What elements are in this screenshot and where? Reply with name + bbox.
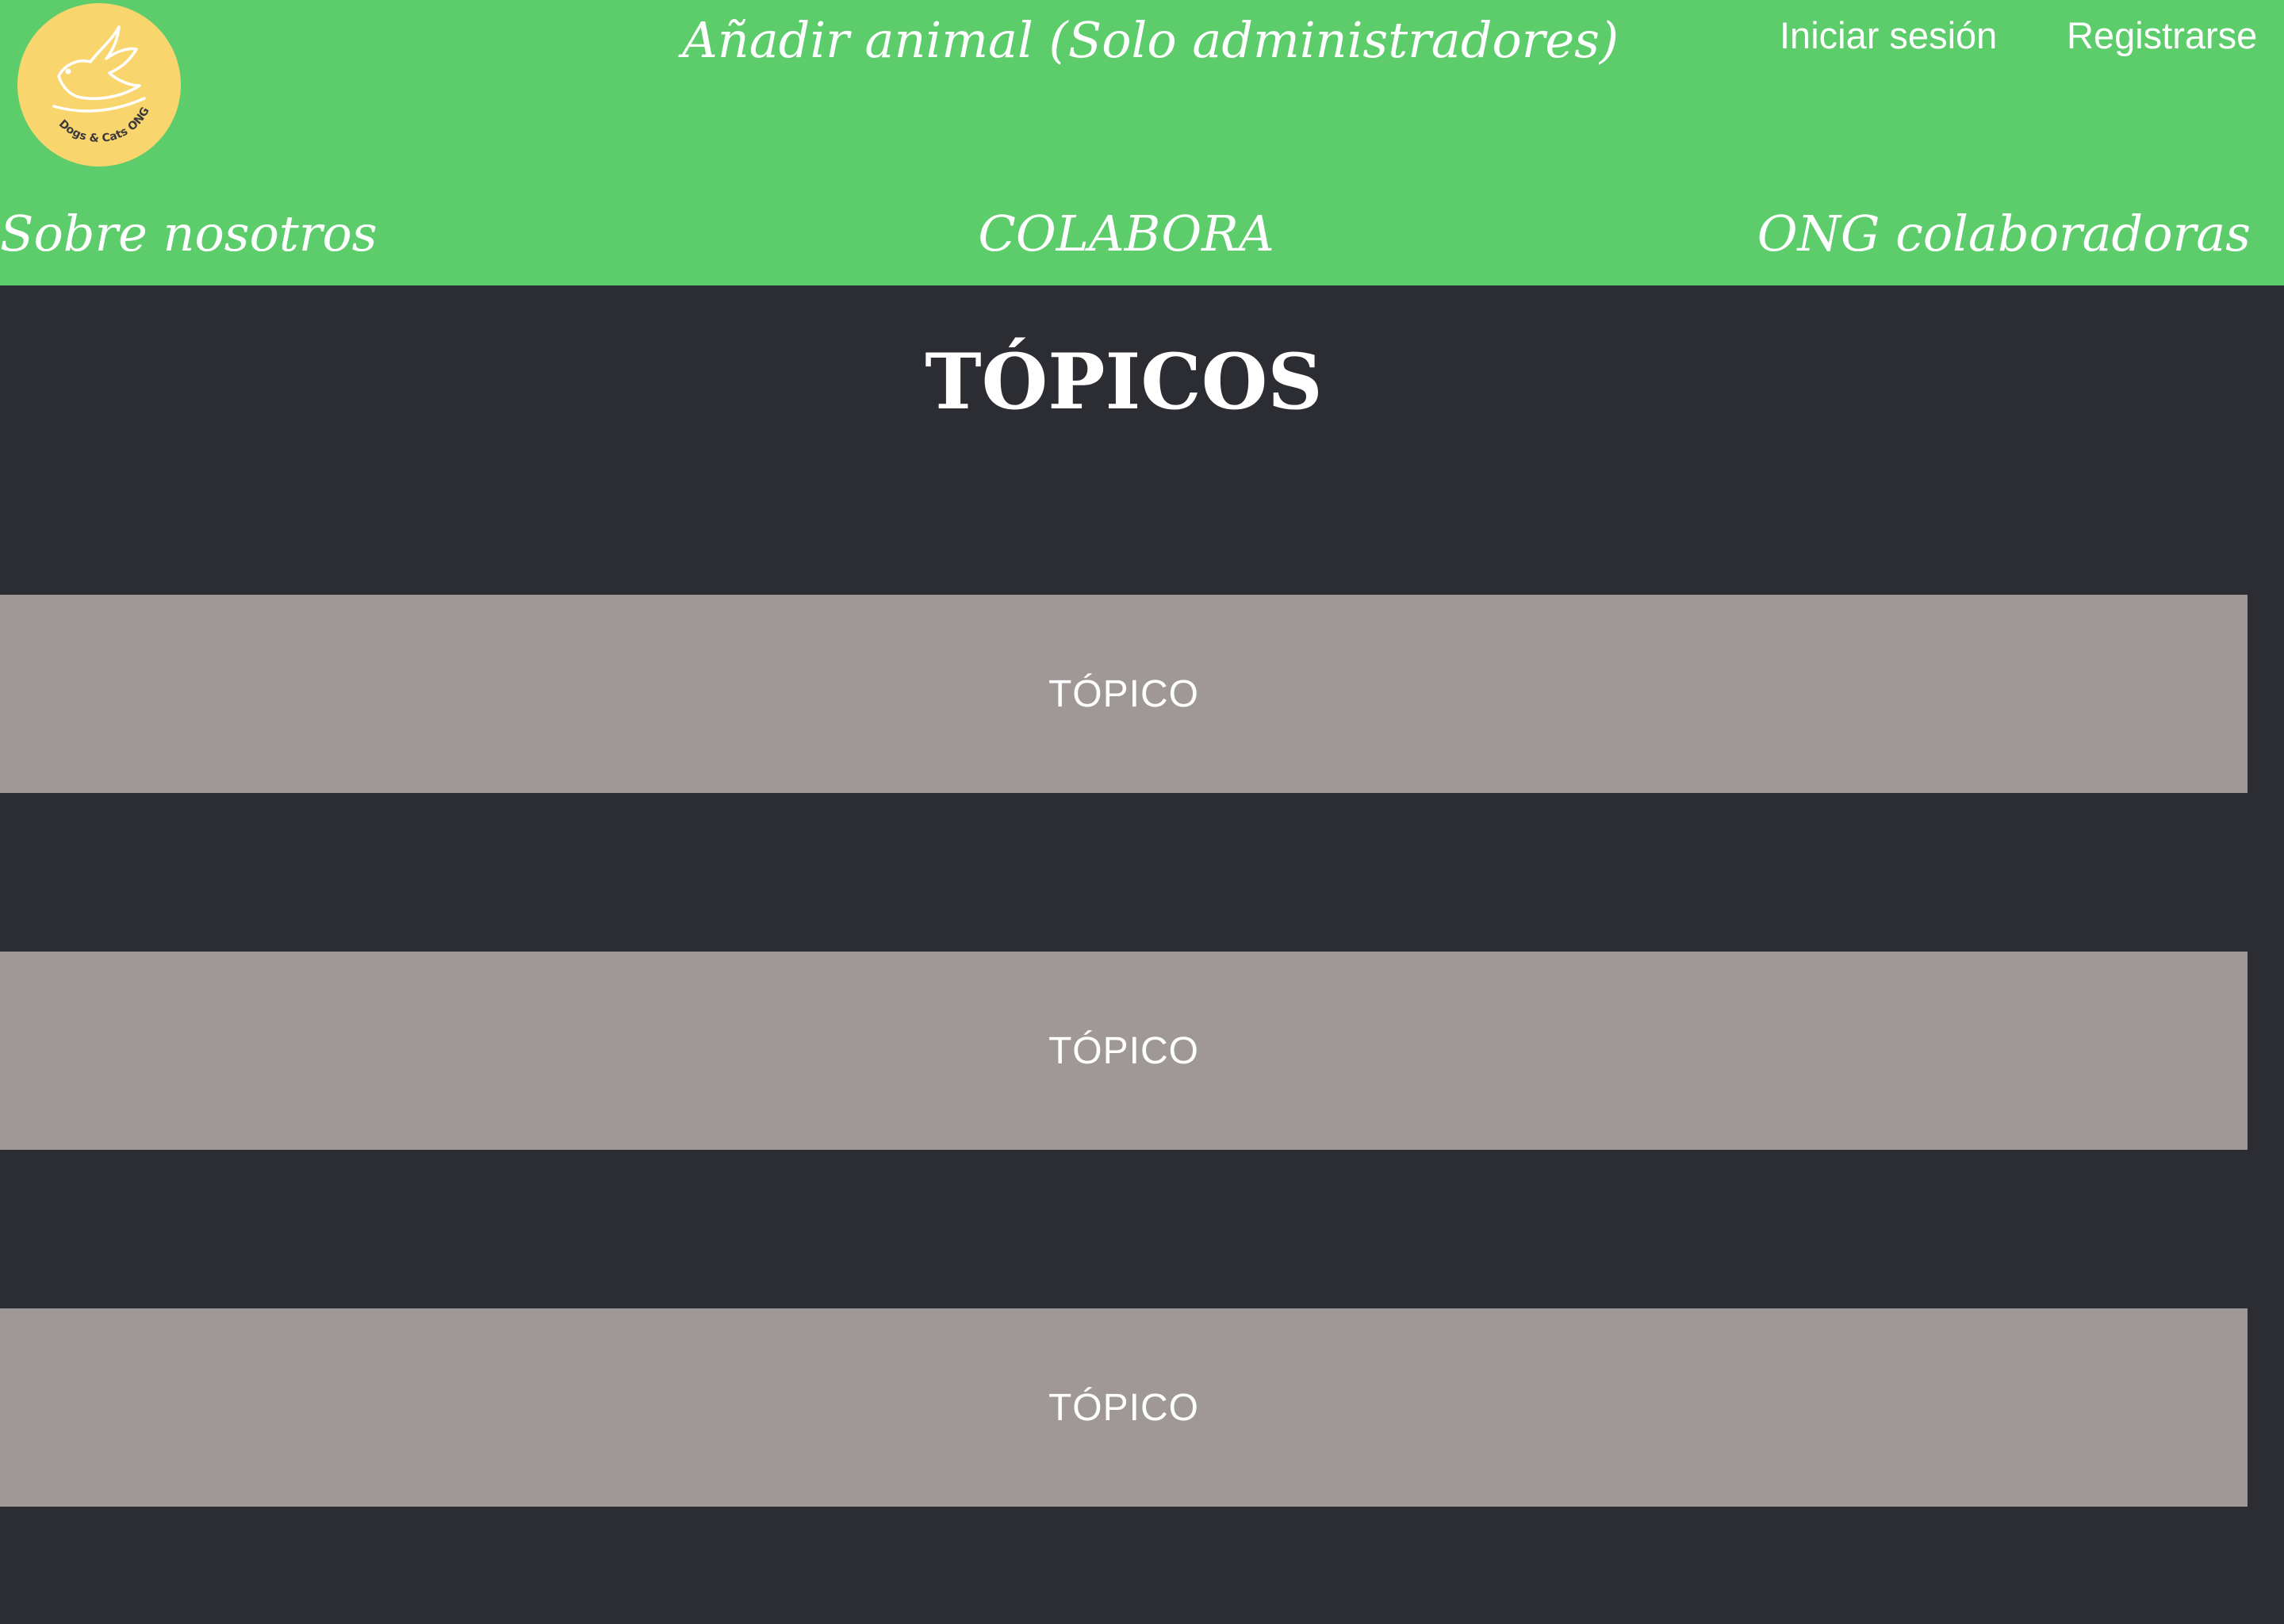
topic-card[interactable]: TÓPICO	[0, 952, 2248, 1150]
nav-about-us[interactable]: Sobre nosotros	[0, 198, 377, 270]
nav-partner-ngos[interactable]: ONG colaboradoras	[1757, 198, 2251, 270]
topic-label: TÓPICO	[1048, 1029, 1199, 1072]
page-title: TÓPICOS	[925, 337, 1323, 427]
topic-label: TÓPICO	[1048, 1386, 1199, 1429]
topic-label: TÓPICO	[1048, 672, 1199, 715]
add-animal-admin-link[interactable]: Añadir animal (Solo administradores)	[682, 6, 1619, 75]
dove-icon: Dogs & Cats ONG	[52, 25, 152, 145]
register-link[interactable]: Registrarse	[2067, 11, 2257, 60]
nav-collaborate[interactable]: COLABORA	[904, 198, 1348, 270]
topic-card[interactable]: TÓPICO	[0, 595, 2248, 793]
login-link[interactable]: Iniciar sesión	[1780, 11, 1997, 60]
logo[interactable]: Dogs & Cats ONG	[17, 3, 181, 167]
topic-card[interactable]: TÓPICO	[0, 1308, 2248, 1507]
site-header: Dogs & Cats ONG Añadir animal (Solo admi…	[0, 0, 2284, 285]
